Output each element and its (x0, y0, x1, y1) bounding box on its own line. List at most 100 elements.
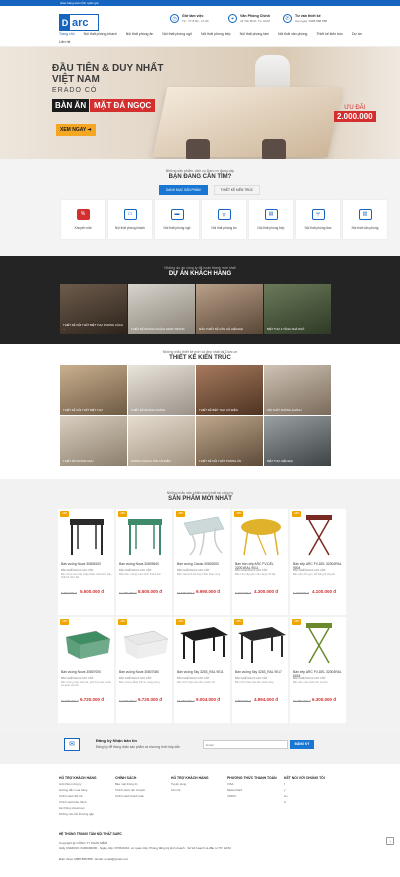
category-item-kitchen[interactable]: ▤ Nội thất phòng bếp (248, 199, 294, 240)
product-image[interactable] (236, 511, 286, 559)
banner-tag-jade-top: MẶT ĐÁ NGỌC (90, 99, 156, 112)
footer-link[interactable]: f (284, 782, 325, 786)
architecture-card[interactable]: THIẾT KẾ PHÒNG NGỦ (60, 416, 127, 466)
footer-link[interactable]: VISA (227, 782, 277, 786)
nav-item-study[interactable]: Nội thất phòng làm (240, 32, 269, 36)
newsletter-email-input[interactable] (203, 740, 288, 749)
architecture-title: THIẾT KẾ KIẾN TRÚC (169, 355, 231, 361)
nav-item-dining-room[interactable]: Nội thất phòng ăn (126, 32, 154, 36)
nav-item-office[interactable]: Nội thất văn phòng (278, 32, 307, 36)
nav-item-living-room[interactable]: Nội thất phòng khách (84, 32, 117, 36)
banner-cta-button[interactable]: XEM NGAY ➜ (56, 124, 96, 136)
newsletter-subscribe-button[interactable]: ĐĂNG KÝ (290, 740, 314, 749)
sofa-icon: ▭ (123, 209, 137, 220)
product-old-price: 6.850.000 đ (235, 699, 251, 703)
kitchen-icon: ▤ (264, 209, 278, 220)
product-name[interactable]: Bàn vuông Nova 30809640 (119, 562, 171, 566)
product-description: Bàn tròn xếp gọn màu vàng nổi bật (235, 573, 276, 576)
footer-link[interactable]: VNPAY (227, 794, 277, 798)
banner-headline: ĐẦU TIÊN & DUY NHẤT VIỆT NAM (52, 63, 163, 85)
category-item-office[interactable]: ▥ Nội thất văn phòng (342, 199, 388, 240)
category-label: Nội thất phòng ngủ (163, 226, 191, 230)
project-card[interactable]: BIỆT THỰ 2 TẦNG NHÀ PHỐ (264, 284, 331, 334)
categories-subtitle: Những sản phẩm, dịch vụ Darc.vn đang cấp (165, 169, 235, 173)
architecture-card[interactable]: PHÒNG KHÁCH TÂN CỔ ĐIỂN (128, 416, 195, 466)
footer-link[interactable]: Chính sách đổi trả (59, 794, 97, 798)
footer-link[interactable]: Hướng dẫn mua hàng (59, 788, 97, 792)
header-info-hotline[interactable]: ✆ Tư vấn thiết kế Gọi ngay: 0988 888 888 (283, 14, 327, 23)
product-card[interactable]: -25% Bàn vuông Nova 30808100 BÀN GHẾ NHỰ… (58, 509, 114, 615)
category-item-study[interactable]: ╤ Nội thất phòng làm (295, 199, 341, 240)
architecture-card[interactable]: THIẾT KẾ NỘI THẤT PHÒNG ĂN (196, 416, 263, 466)
product-card[interactable]: -25% Bàn vuông Ciardo 30809200 BÀN GHẾ N… (174, 509, 230, 615)
footer-link[interactable]: in (284, 800, 325, 804)
product-image[interactable] (236, 619, 286, 667)
nav-item-kitchen[interactable]: Nội thất phòng bếp (201, 32, 231, 36)
discount-badge: -25% (60, 511, 69, 517)
product-name[interactable]: Bàn vuông Sky 3283_RAL 9011 (177, 670, 229, 674)
category-item-bedroom[interactable]: ▬ Nội thất phòng ngủ (154, 199, 200, 240)
product-card[interactable]: -25% Bàn xếp ARC FV-DEL 32004RAL 9004 BÀ… (290, 509, 346, 615)
nav-item-contact[interactable]: Liên hệ (59, 40, 70, 44)
nav-item-bedroom[interactable]: Nội thất phòng ngủ (162, 32, 192, 36)
product-image[interactable] (294, 619, 344, 667)
category-label: Nội thất phòng bếp (257, 226, 285, 230)
site-logo[interactable]: D arc (59, 14, 99, 31)
architecture-card[interactable]: NỘI THẤT PHÒNG KHÁCH (264, 365, 331, 415)
product-card[interactable]: -25% Bàn vuông Sky 3283_RAL 9011 BÀN GHẾ… (174, 617, 230, 723)
product-image[interactable] (62, 511, 112, 559)
product-card[interactable]: -25% Bàn vuông Sky 3283_RAL 9017 BÀN GHẾ… (232, 617, 288, 723)
footer-link[interactable]: Tuyển dụng (171, 782, 209, 786)
footer-link[interactable]: G+ (284, 794, 325, 798)
project-card[interactable]: THIẾT KẾ NỘI THẤT BIỆT THỰ PHONG CÁCH ..… (60, 284, 127, 334)
nav-item-architecture[interactable]: Thiết kế kiến trúc (316, 32, 343, 36)
product-image[interactable] (294, 511, 344, 559)
product-image[interactable] (62, 619, 112, 667)
product-image[interactable] (178, 511, 228, 559)
product-card[interactable]: -25% Bàn vuông Nova 30807000 BÀN GHẾ NHỰ… (58, 617, 114, 723)
project-caption: BIỆT THỰ 2 TẦNG NHÀ PHỐ (267, 326, 305, 331)
architecture-card[interactable]: THIẾT KẾ PHÒNG KHÁCH (128, 365, 195, 415)
footer-link[interactable]: Chính sách vận chuyển (115, 788, 145, 792)
tab-architecture[interactable]: THIẾT KẾ KIẾN TRÚC (213, 185, 261, 195)
architecture-card[interactable]: BIỆT THỰ HIỆN ĐẠI (264, 416, 331, 466)
product-name[interactable]: Bàn vuông Sky 3283_RAL 9017 (235, 670, 287, 674)
product-image[interactable] (120, 619, 170, 667)
product-name[interactable]: Bàn vuông Nova 30807000 (61, 670, 113, 674)
footer-link[interactable]: Bảo mật thông tin (115, 782, 145, 786)
project-card[interactable]: MẪU THIẾT KẾ CĂN HỘ HIỆN ĐẠI (196, 284, 263, 334)
category-item-sale[interactable]: % Khuyến mãi (60, 199, 106, 240)
footer-link[interactable]: y (284, 788, 325, 792)
architecture-card[interactable]: THIẾT KẾ NỘI THẤT BIỆT THỰ (60, 365, 127, 415)
footer-link[interactable]: Chính sách bảo hành (59, 800, 97, 804)
footer-column-title: CHÍNH SÁCH (115, 776, 137, 780)
category-item-living-room[interactable]: ▭ Nội thất phòng khách (107, 199, 153, 240)
architecture-caption: THIẾT KẾ BIỆT THỰ CỔ ĐIỂN (199, 407, 238, 412)
tab-product-categories[interactable]: DANH MỤC SẢN PHẨM (159, 185, 208, 195)
project-card[interactable]: THIẾT KẾ PHÒNG KHÁCH SANG TRỌNG (128, 284, 195, 334)
back-to-top-icon[interactable]: ↑ (386, 837, 394, 845)
product-old-price: 10.000.000 đ (119, 699, 137, 703)
product-card[interactable]: -25% Bàn tròn xếp ARC FV-DEL 32001RAL 90… (232, 509, 288, 615)
footer-link[interactable]: Giới thiệu công ty (59, 782, 97, 786)
product-brand: BÀN GHẾ NHỰA CAO CẤP (177, 569, 210, 572)
hero-banner[interactable]: ĐẦU TIÊN & DUY NHẤT VIỆT NAM ERADO CÓ BÀN… (0, 47, 400, 159)
nav-item-projects[interactable]: Dự án (352, 32, 362, 36)
product-price: 8.500.000 đ (138, 589, 163, 594)
nav-item-home[interactable]: Trang chủ (59, 32, 75, 36)
product-card[interactable]: -25% Bàn vuông Nova 30807080 BÀN GHẾ NHỰ… (116, 617, 172, 723)
footer-link[interactable]: Những câu hỏi thường gặp (59, 812, 97, 816)
architecture-card[interactable]: THIẾT KẾ BIỆT THỰ CỔ ĐIỂN (196, 365, 263, 415)
product-name[interactable]: Bàn vuông Nova 30807080 (119, 670, 171, 674)
product-card[interactable]: -25% Bàn vuông Nova 30809640 BÀN GHẾ NHỰ… (116, 509, 172, 615)
product-name[interactable]: Bàn vuông Ciardo 30809200 (177, 562, 229, 566)
footer-link[interactable]: MasterCard (227, 788, 277, 792)
product-card[interactable]: -25% Bàn xếp ARC FV-DEL 32004RAL 6018 BÀ… (290, 617, 346, 723)
product-image[interactable] (120, 511, 170, 559)
category-item-dining-room[interactable]: ╥ Nội thất phòng ăn (201, 199, 247, 240)
footer-link[interactable]: Liên hệ (171, 788, 209, 792)
footer-link[interactable]: Hệ thống showroom (59, 806, 97, 810)
footer-link[interactable]: Chính sách thanh toán (115, 794, 145, 798)
product-image[interactable] (178, 619, 228, 667)
product-name[interactable]: Bàn vuông Nova 30808100 (61, 562, 113, 566)
